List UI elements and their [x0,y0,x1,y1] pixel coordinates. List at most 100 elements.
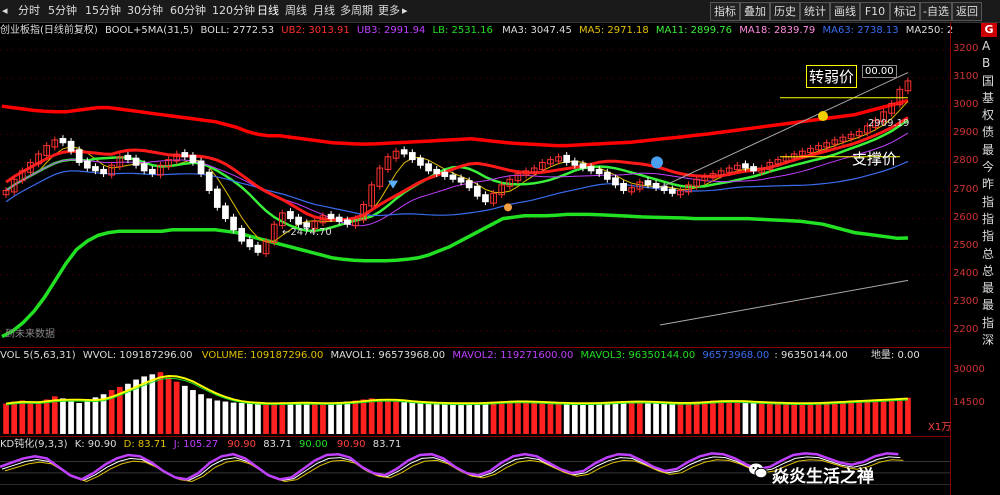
kd-d-line [4,459,904,483]
tab-period-30m[interactable]: 30分钟 [127,3,163,19]
kd-j-value: J: 105.27 [173,439,219,450]
volume-bar [896,398,903,434]
volume-bar [474,402,481,434]
tab-period-daily[interactable]: 日线 [257,3,279,19]
volume-bar [173,381,180,434]
candle-body [238,227,246,242]
candle-body [92,166,99,172]
add-watchlist-button[interactable]: -自选 [920,2,952,21]
volume-bar [92,397,99,434]
tab-period-1m[interactable]: 分时 [18,3,40,19]
candle-body [59,138,67,144]
candle-body [189,154,197,163]
mavol2-value: MAVOL2: 119271600.00 [452,350,574,361]
candle-body [343,219,351,225]
volume-bar [523,402,529,434]
candle-body [482,194,489,203]
candle-body [457,177,465,183]
side-panel-item: 指 [982,229,995,244]
side-panel-item: A [982,39,991,53]
volume-bar [498,401,505,434]
price-tick-label: 2300 [953,295,979,307]
volume-bar [547,403,554,434]
annotations [388,72,909,326]
volume-bar [490,401,497,434]
candle-body [213,188,221,208]
blue-ball-icon [651,156,663,169]
indicator-button[interactable]: 指标 [710,2,740,21]
quote-side-panel[interactable]: AB国基权债最今昨指指指总总最最指深涨 [982,38,1000,350]
volume-bar [766,403,773,434]
overlay-button[interactable]: 叠加 [740,2,770,21]
volume-bar [311,403,318,434]
volume-bar [303,403,310,434]
volume-bar [588,402,594,434]
volume-bar [799,403,806,434]
candle-body [644,180,652,186]
side-panel-item: 今 [982,160,995,175]
volume-bar [441,403,448,434]
volume-bar [165,377,172,434]
volume-bar [60,398,66,434]
vol-name[interactable]: VOL 5(5,63,31) [0,350,76,361]
candle-body [246,239,254,248]
volume-bar [35,403,42,434]
kline-chart[interactable] [0,22,950,495]
volume-bar [726,401,733,434]
candle-body [571,160,579,166]
volume-bar [458,403,464,434]
volume-bar [352,400,359,434]
land-volume: 地量: 0.00 [870,350,920,361]
volume-bar [214,400,221,434]
candle-body [335,216,343,222]
candle-body [230,216,237,231]
current-price-label: 2909.19 [868,118,910,129]
volume-bar [255,403,261,434]
back-button[interactable]: 返回 [952,2,982,21]
side-panel-item: 总 [982,246,995,261]
candle-body [287,211,294,220]
candle-body [181,152,189,158]
tab-period-5m[interactable]: 5分钟 [48,3,77,19]
f10-button[interactable]: F10 [860,2,890,21]
toolbar-arrow-icon[interactable]: ◂ [2,3,8,19]
volume-bar [783,403,789,434]
boll-lower [1,212,909,339]
volume-unit: X1万 [928,422,952,433]
tab-period-120m[interactable]: 120分钟 [212,3,255,19]
draw-line-button[interactable]: 画线 [830,2,860,21]
volume-bar [417,402,424,434]
candle-body [83,160,91,169]
volume-bar [263,403,269,434]
candle-body [425,163,432,172]
side-panel-item: 权 [982,108,995,123]
volume-bar [571,403,578,434]
candle-body [417,157,424,166]
candle-body [441,171,449,177]
side-panel-item: 总 [982,263,995,278]
tab-period-multi[interactable]: 多周期 [340,3,373,19]
candle-body [587,166,595,172]
tab-period-15m[interactable]: 15分钟 [85,3,121,19]
mark-button[interactable]: 标记 [890,2,920,21]
volume-bar [246,403,253,434]
kd-v1: 90.90 [227,439,257,450]
kd-name[interactable]: KD钝化(9,3,3) [0,439,68,450]
volume-bar [848,400,854,434]
tab-period-monthly[interactable]: 月线 [313,3,335,19]
price-tick-label: 3100 [953,71,979,83]
stats-button[interactable]: 统计 [800,2,830,21]
volume-bar [653,402,659,434]
volume-bar [198,394,204,434]
volume-bar [328,402,334,434]
more-dropdown-icon[interactable]: ▸ [402,3,408,19]
volume-bar [661,403,668,434]
group-badge[interactable]: G [981,23,997,37]
tab-period-more[interactable]: 更多 [378,3,400,19]
tab-period-weekly[interactable]: 周线 [285,3,307,19]
history-button[interactable]: 历史 [770,2,800,21]
tab-period-60m[interactable]: 60分钟 [170,3,206,19]
side-panel-item: 涨 [982,349,1000,350]
boll-upper [1,98,909,148]
smiley-icon [818,111,828,122]
